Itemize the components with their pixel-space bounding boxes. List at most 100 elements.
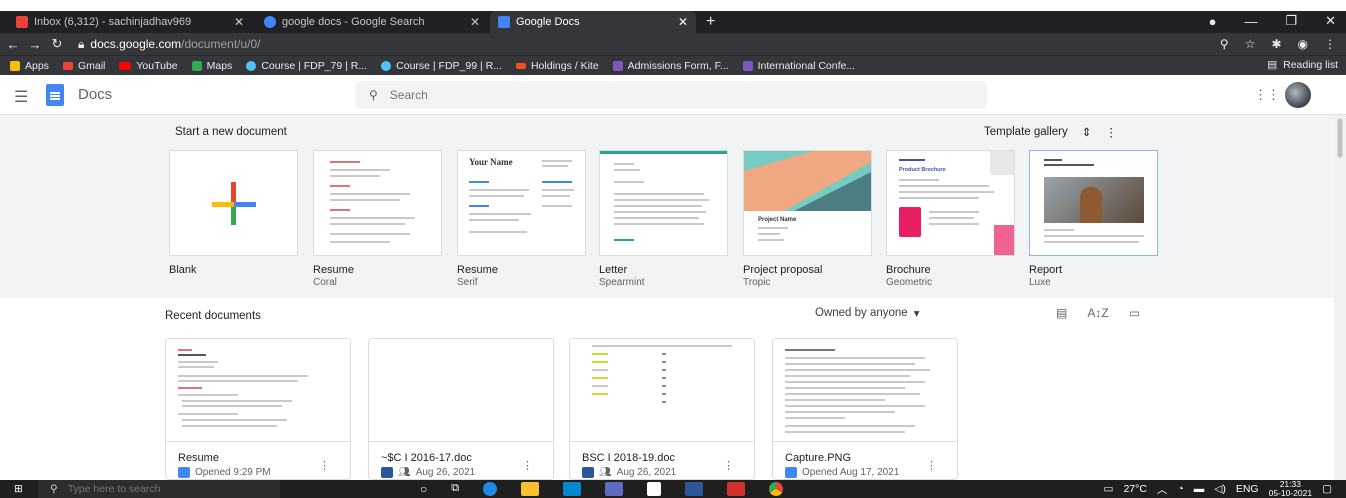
- edge-icon[interactable]: [483, 482, 498, 496]
- menu-kebab-icon[interactable]: ⋮: [1324, 37, 1336, 51]
- page-scrollbar[interactable]: [1334, 115, 1346, 480]
- expand-toggle-icon[interactable]: ⇕: [1082, 125, 1092, 139]
- bookmark-course-99[interactable]: Course | FDP_99 | R...: [381, 60, 502, 72]
- cortana-icon[interactable]: ○: [420, 482, 427, 496]
- clock[interactable]: 21:33 05-10-2021: [1269, 480, 1312, 498]
- tab-google-search[interactable]: google docs - Google Search ✕: [256, 11, 488, 33]
- template-thumbnail[interactable]: Product Brochure: [886, 150, 1015, 256]
- recent-doc-card[interactable]: BSC I 2018-19.doc 👥︎ Aug 26, 2021 ⋮: [569, 338, 755, 480]
- close-window-icon[interactable]: ✕: [1325, 13, 1336, 29]
- weather-icon[interactable]: ▭: [1104, 483, 1114, 495]
- owner-filter-dropdown[interactable]: Owned by anyone ▾: [815, 306, 919, 320]
- new-tab-icon[interactable]: +: [706, 13, 715, 31]
- template-project-proposal[interactable]: Project Name Project proposal Tropic: [743, 150, 872, 288]
- tab-google-docs[interactable]: Google Docs ✕: [490, 11, 696, 33]
- task-view-icon[interactable]: ⧉: [451, 482, 459, 496]
- word-file-icon: [381, 467, 393, 478]
- more-options-icon[interactable]: ⋮: [723, 459, 734, 472]
- template-blank[interactable]: Blank: [169, 150, 298, 277]
- sort-az-icon[interactable]: A↕Z: [1087, 306, 1108, 320]
- chrome-icon[interactable]: [769, 482, 784, 496]
- search-input[interactable]: [389, 88, 950, 102]
- tab-gmail[interactable]: Inbox (6,312) - sachinjadhav969 ✕: [8, 11, 252, 33]
- recent-doc-card[interactable]: Capture.PNG Opened Aug 17, 2021 ⋮: [772, 338, 958, 480]
- mail-icon[interactable]: [563, 482, 582, 496]
- more-options-icon[interactable]: ⋮: [926, 459, 937, 472]
- more-options-icon[interactable]: ⋮: [319, 459, 330, 472]
- template-sub: Tropic: [743, 277, 771, 288]
- minimize-icon[interactable]: —: [1244, 14, 1257, 29]
- bookmark-youtube[interactable]: YouTube: [119, 60, 178, 72]
- search-box[interactable]: ⚲: [355, 81, 987, 109]
- template-sub: Serif: [457, 277, 478, 288]
- template-report-luxe[interactable]: Report Luxe: [1029, 150, 1158, 288]
- avatar[interactable]: [1285, 82, 1311, 108]
- search-icon: ⚲: [369, 88, 378, 102]
- store-icon[interactable]: [647, 482, 662, 496]
- more-options-icon[interactable]: ⋮: [1105, 125, 1117, 139]
- close-tab-icon[interactable]: ✕: [678, 15, 688, 29]
- more-options-icon[interactable]: ⋮: [522, 459, 533, 472]
- template-thumbnail[interactable]: Your Name: [457, 150, 586, 256]
- template-letter-spearmint[interactable]: Letter Spearmint: [599, 150, 728, 288]
- bookmark-maps[interactable]: Maps: [191, 60, 232, 72]
- file-explorer-icon[interactable]: [521, 482, 540, 496]
- search-icon: ⚲: [50, 483, 58, 495]
- template-gallery-toggle[interactable]: Template gallery ⇕ ⋮: [984, 125, 1117, 139]
- docs-logo-icon[interactable]: [46, 84, 64, 106]
- extensions-icon[interactable]: ✱: [1271, 37, 1281, 51]
- recent-doc-card[interactable]: Resume Opened 9:29 PM ⋮: [165, 338, 351, 480]
- back-icon[interactable]: ←: [2, 37, 24, 52]
- bookmark-conference[interactable]: International Confe...: [742, 60, 855, 72]
- template-brochure-geometric[interactable]: Product Brochure Brochure Geometric: [886, 150, 1015, 288]
- template-resume-serif[interactable]: Your Name Resume Serif: [457, 150, 586, 288]
- media-icon[interactable]: [605, 482, 624, 496]
- template-thumbnail[interactable]: [169, 150, 298, 256]
- bookmark-gmail[interactable]: Gmail: [62, 60, 105, 72]
- bookmark-admissions[interactable]: Admissions Form, F...: [612, 60, 729, 72]
- taskbar-search[interactable]: ⚲: [38, 480, 280, 498]
- template-thumbnail[interactable]: [1029, 150, 1158, 256]
- taskbar-search-input[interactable]: [67, 483, 268, 495]
- template-thumbnail[interactable]: [313, 150, 442, 256]
- acrobat-icon[interactable]: [727, 482, 746, 496]
- bookmark-kite[interactable]: Holdings / Kite: [515, 60, 599, 72]
- recent-doc-card[interactable]: ~$C I 2016-17.doc 👥︎ Aug 26, 2021 ⋮: [368, 338, 554, 480]
- template-name: Blank: [169, 264, 197, 276]
- battery-icon[interactable]: ▬: [1194, 483, 1205, 495]
- shared-icon: 👥︎: [599, 467, 612, 478]
- profile-icon[interactable]: ●: [1209, 14, 1217, 29]
- word-icon[interactable]: [685, 482, 704, 496]
- scrollbar-thumb[interactable]: [1337, 118, 1343, 158]
- template-thumbnail[interactable]: [599, 150, 728, 256]
- notifications-icon[interactable]: ▢: [1322, 483, 1332, 495]
- tray-chevron-icon[interactable]: ︿: [1157, 482, 1168, 497]
- reading-list-button[interactable]: ▤ Reading list: [1267, 59, 1338, 71]
- template-name: Project proposal: [743, 264, 823, 276]
- volume-icon[interactable]: ◁): [1214, 483, 1226, 495]
- language-indicator[interactable]: ENG: [1236, 483, 1259, 495]
- template-resume-coral[interactable]: Resume Coral: [313, 150, 442, 288]
- close-tab-icon[interactable]: ✕: [470, 15, 480, 29]
- close-tab-icon[interactable]: ✕: [234, 15, 244, 29]
- bookmark-apps[interactable]: Apps: [10, 60, 49, 72]
- address-bar[interactable]: 🔒︎ docs.google.com/document/u/0/: [78, 37, 261, 52]
- main-menu-icon[interactable]: ☰: [14, 87, 28, 107]
- avatar-small-icon[interactable]: ◉: [1298, 37, 1308, 51]
- template-thumbnail[interactable]: Project Name: [743, 150, 872, 256]
- star-icon[interactable]: ☆: [1245, 37, 1256, 51]
- folder-icon[interactable]: ▭: [1129, 306, 1140, 320]
- temperature[interactable]: 27°C: [1123, 483, 1146, 495]
- forms-icon: [742, 60, 753, 71]
- restore-icon[interactable]: ❐: [1285, 13, 1297, 29]
- network-icon[interactable]: ◔: [1177, 483, 1183, 495]
- template-name: Letter: [599, 264, 628, 276]
- reload-icon[interactable]: ↻: [46, 36, 68, 52]
- bookmark-course-79[interactable]: Course | FDP_79 | R...: [246, 60, 367, 72]
- app-title[interactable]: Docs: [78, 86, 112, 103]
- list-view-icon[interactable]: ▤: [1056, 306, 1067, 320]
- forward-icon[interactable]: →: [24, 37, 46, 52]
- windows-start-icon[interactable]: ⊞: [14, 483, 23, 495]
- zoom-icon[interactable]: ⚲: [1220, 37, 1229, 51]
- system-tray: ▭ 27°C ︿ ◔ ▬ ◁) ENG 21:33 05-10-2021 ▢: [1104, 480, 1346, 498]
